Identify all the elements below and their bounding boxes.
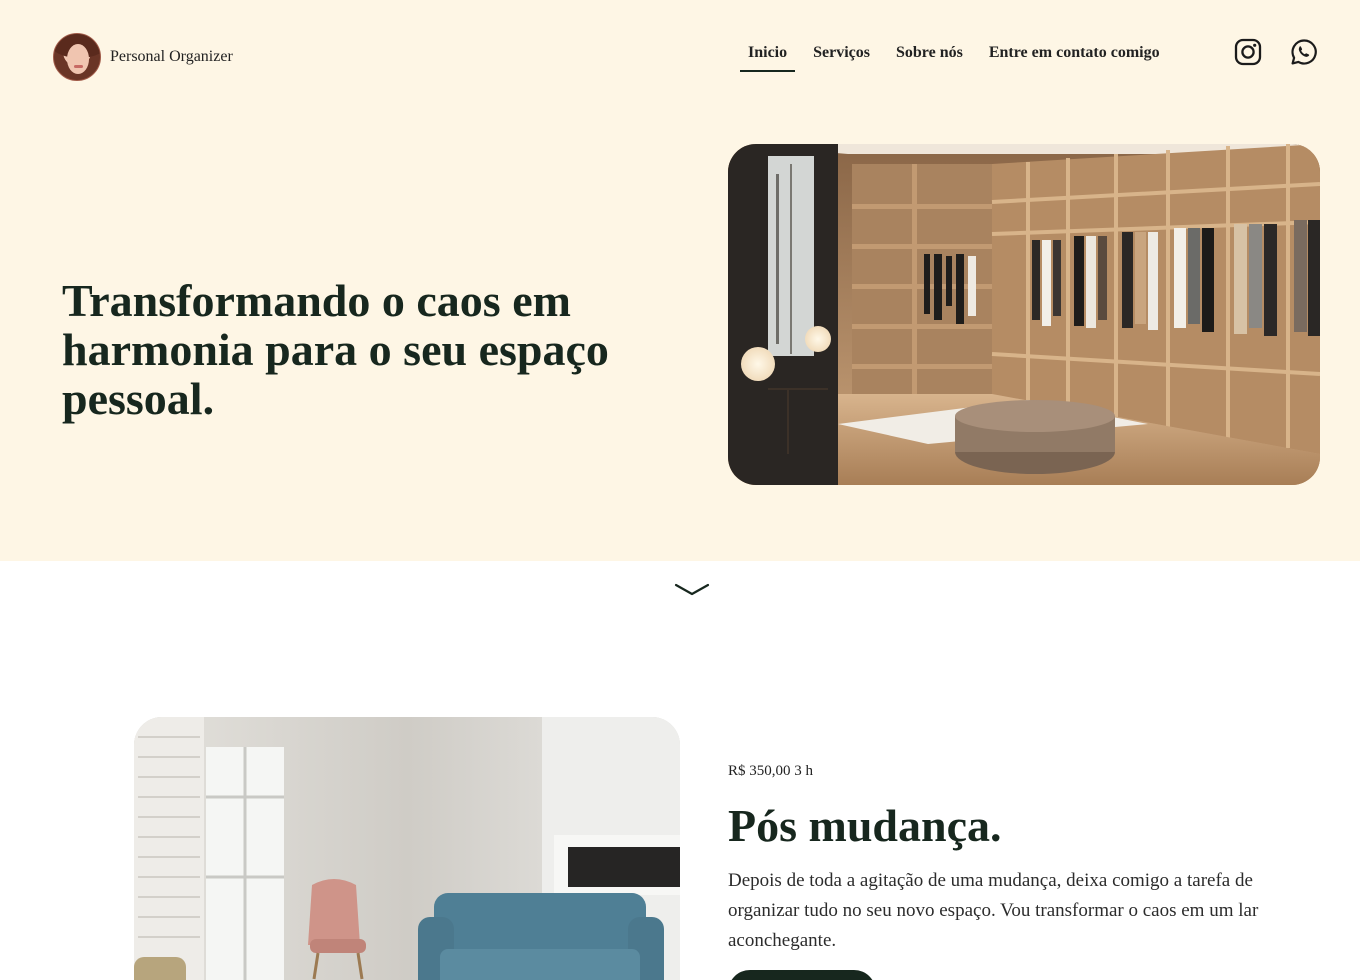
nav-item-contato[interactable]: Entre em contato comigo [989, 34, 1160, 72]
walk-in-closet-image [728, 144, 1320, 485]
brand[interactable]: Personal Organizer [53, 33, 233, 81]
service-cta-button[interactable] [728, 970, 876, 980]
nav-item-sobre-nos[interactable]: Sobre nós [896, 34, 963, 72]
main-nav: Inicio Serviços Sobre nós Entre em conta… [740, 34, 1186, 74]
avatar [53, 33, 101, 81]
living-room-image [134, 717, 680, 980]
service-description: Depois de toda a agitação de uma mudança… [728, 870, 1259, 951]
brand-name: Personal Organizer [110, 48, 233, 65]
chevron-down-icon[interactable] [674, 580, 710, 600]
nav-item-inicio[interactable]: Inicio [740, 34, 796, 72]
hero-title: Transformando o caos em harmonia para o … [62, 275, 609, 424]
hero-section: Personal Organizer Inicio Serviços Sobre… [0, 0, 1360, 561]
nav-item-servicos[interactable]: Serviços [813, 34, 870, 72]
service-price: R$ 350,00 3 h [728, 763, 814, 779]
service-title: Pós mudança. [728, 800, 1002, 851]
instagram-icon[interactable] [1234, 38, 1262, 66]
whatsapp-icon[interactable] [1290, 38, 1318, 66]
